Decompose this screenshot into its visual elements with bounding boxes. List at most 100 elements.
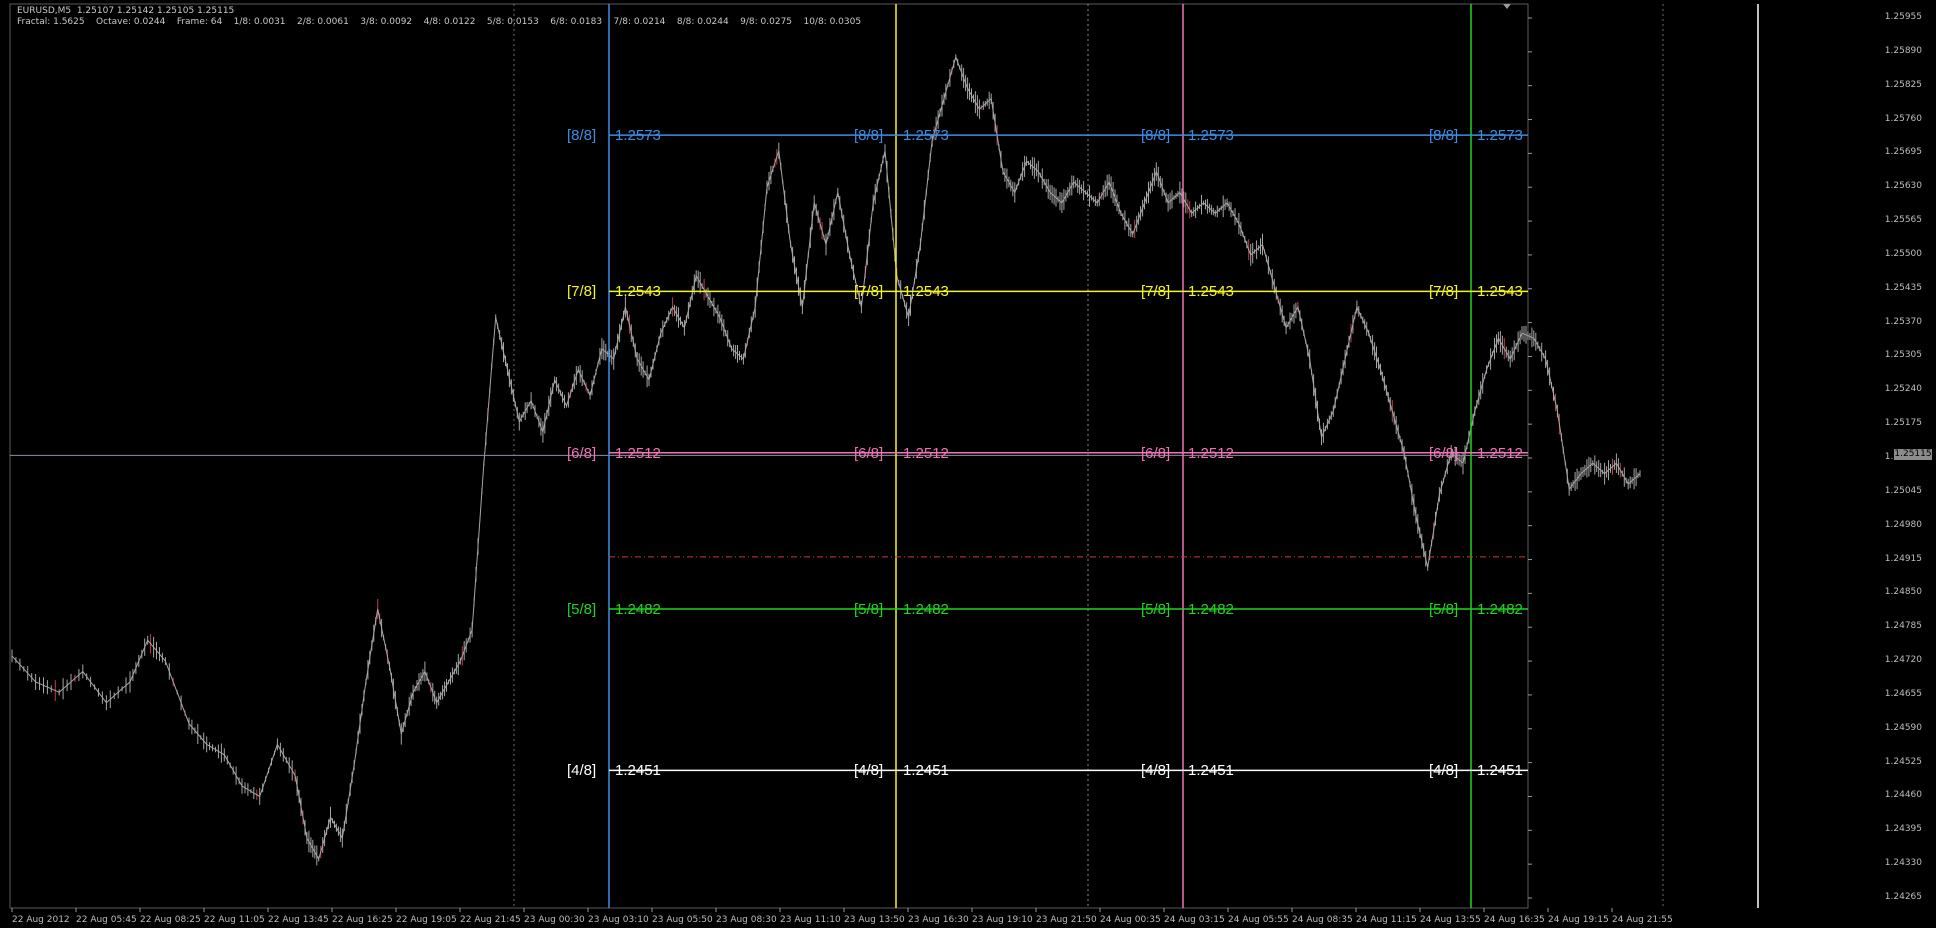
y-tick-label: 1.24655 xyxy=(1884,688,1922,699)
murrey-value-label: 1.2512 xyxy=(1477,444,1523,462)
symbol-ohlc-label: EURUSD,M5 1.25107 1.25142 1.25105 1.2511… xyxy=(17,6,235,16)
x-tick-label: 22 Aug 13:45 xyxy=(268,915,329,925)
murrey-tag-label: [4/8] xyxy=(854,762,884,780)
murrey-tag-label: [6/8] xyxy=(1141,444,1171,462)
murrey-tag-label: [8/8] xyxy=(854,127,884,145)
x-tick-label: 24 Aug 08:35 xyxy=(1292,915,1353,925)
murrey-tag-label: [8/8] xyxy=(567,127,597,145)
x-tick-label: 24 Aug 03:15 xyxy=(1164,915,1225,925)
current-price-badge: 1.25115 xyxy=(1894,449,1932,461)
x-tick-label: 24 Aug 00:35 xyxy=(1100,915,1161,925)
y-tick-label: 1.25500 xyxy=(1884,248,1922,259)
murrey-value-label: 1.2451 xyxy=(1477,762,1523,780)
y-tick-label: 1.24915 xyxy=(1884,553,1922,564)
murrey-tag-label: [7/8] xyxy=(1141,283,1171,301)
murrey-tag-label: [6/8] xyxy=(1429,444,1459,462)
y-tick-label: 1.25305 xyxy=(1884,350,1922,361)
y-tick-label: 1.25045 xyxy=(1884,485,1922,496)
y-tick-label: 1.25695 xyxy=(1884,147,1922,158)
x-tick-label: 23 Aug 21:50 xyxy=(1036,915,1097,925)
murrey-tag-label: [5/8] xyxy=(1141,601,1171,618)
x-tick-label: 23 Aug 08:30 xyxy=(716,915,777,925)
x-tick-label: 23 Aug 19:10 xyxy=(972,915,1033,925)
y-tick-label: 1.24720 xyxy=(1884,655,1922,666)
murrey-value-label: 1.2573 xyxy=(1477,127,1523,145)
x-tick-label: 23 Aug 16:30 xyxy=(908,915,969,925)
murrey-tag-label: [7/8] xyxy=(567,283,597,301)
x-tick-label: 22 Aug 05:45 xyxy=(76,915,137,925)
chart-window[interactable]: { "header": { "symbol_line": "EURUSD,M5 … xyxy=(0,0,1936,928)
y-tick-label: 1.25955 xyxy=(1884,12,1922,22)
murrey-value-label: 1.2573 xyxy=(903,127,949,145)
price-line xyxy=(11,55,1641,861)
murrey-value-label: 1.2482 xyxy=(615,601,661,618)
murrey-value-label: 1.2573 xyxy=(1188,127,1234,145)
murrey-value-label: 1.2482 xyxy=(903,601,949,618)
murrey-value-label: 1.2451 xyxy=(615,762,661,780)
x-tick-label: 22 Aug 11:05 xyxy=(204,915,265,925)
x-tick-label: 24 Aug 13:55 xyxy=(1420,915,1481,925)
y-tick-label: 1.25760 xyxy=(1884,113,1922,124)
y-tick-label: 1.24395 xyxy=(1884,824,1922,835)
x-tick-label: 23 Aug 13:50 xyxy=(844,915,905,925)
murrey-value-label: 1.2451 xyxy=(1188,762,1234,780)
murrey-value-label: 1.2573 xyxy=(615,127,661,145)
murrey-value-label: 1.2482 xyxy=(1188,601,1234,618)
murrey-info-label: Fractal: 1.5625 Octave: 0.0244 Frame: 64… xyxy=(17,17,862,27)
y-tick-label: 1.24980 xyxy=(1884,519,1922,530)
chart-shift-marker xyxy=(1503,4,1511,9)
murrey-value-label: 1.2482 xyxy=(1477,601,1523,618)
x-tick-label: 22 Aug 2012 xyxy=(12,915,70,925)
x-tick-label: 24 Aug 16:35 xyxy=(1484,915,1545,925)
y-tick-label: 1.24460 xyxy=(1884,790,1922,801)
murrey-tag-label: [5/8] xyxy=(1429,601,1459,618)
y-tick-label: 1.25240 xyxy=(1884,384,1922,395)
y-tick-label: 1.24525 xyxy=(1884,756,1922,767)
y-tick-label: 1.24330 xyxy=(1884,858,1922,869)
murrey-tag-label: [5/8] xyxy=(854,601,884,618)
x-tick-label: 22 Aug 16:25 xyxy=(332,915,393,925)
murrey-value-label: 1.2543 xyxy=(615,283,661,301)
murrey-tag-label: [8/8] xyxy=(1429,127,1459,145)
y-tick-label: 1.25565 xyxy=(1884,215,1922,226)
murrey-value-label: 1.2451 xyxy=(903,762,949,780)
y-tick-label: 1.24265 xyxy=(1884,892,1922,902)
murrey-tag-label: [4/8] xyxy=(1429,762,1459,780)
murrey-tag-label: [7/8] xyxy=(1429,283,1459,301)
y-tick-label: 1.25630 xyxy=(1884,181,1922,192)
x-tick-label: 24 Aug 21:55 xyxy=(1612,915,1673,925)
plot-frame xyxy=(9,3,1529,909)
y-tick-label: 1.24590 xyxy=(1884,722,1922,733)
y-tick-label: 1.25435 xyxy=(1884,282,1922,293)
x-tick-label: 22 Aug 08:25 xyxy=(140,915,201,925)
murrey-value-label: 1.2512 xyxy=(615,444,661,462)
y-tick-label: 1.25175 xyxy=(1884,418,1922,429)
murrey-tag-label: [8/8] xyxy=(1141,127,1171,145)
x-tick-label: 23 Aug 00:30 xyxy=(524,915,585,925)
murrey-value-label: 1.2543 xyxy=(903,283,949,301)
x-tick-label: 23 Aug 05:50 xyxy=(652,915,713,925)
murrey-value-label: 1.2512 xyxy=(1188,444,1234,462)
x-tick-label: 24 Aug 05:55 xyxy=(1228,915,1289,925)
y-tick-label: 1.24785 xyxy=(1884,621,1922,632)
murrey-value-label: 1.2512 xyxy=(903,444,949,462)
murrey-tag-label: [5/8] xyxy=(567,601,597,618)
x-tick-label: 22 Aug 19:05 xyxy=(396,915,457,925)
y-tick-label: 1.25890 xyxy=(1884,45,1922,56)
murrey-tag-label: [6/8] xyxy=(854,444,884,462)
y-tick-label: 1.24850 xyxy=(1884,587,1922,598)
y-tick-label: 1.25370 xyxy=(1884,316,1922,327)
murrey-value-label: 1.2543 xyxy=(1188,283,1234,301)
x-tick-label: 23 Aug 03:10 xyxy=(588,915,649,925)
murrey-tag-label: [6/8] xyxy=(567,444,597,462)
murrey-tag-label: [4/8] xyxy=(1141,762,1171,780)
x-tick-label: 23 Aug 11:10 xyxy=(780,915,841,925)
x-tick-label: 24 Aug 11:15 xyxy=(1356,915,1417,925)
murrey-tag-label: [4/8] xyxy=(567,762,597,780)
y-tick-label: 1.25825 xyxy=(1884,79,1922,90)
x-tick-label: 24 Aug 19:15 xyxy=(1548,915,1609,925)
murrey-value-label: 1.2543 xyxy=(1477,283,1523,301)
price-chart[interactable] xyxy=(0,0,1936,928)
murrey-tag-label: [7/8] xyxy=(854,283,884,301)
x-tick-label: 22 Aug 21:45 xyxy=(460,915,521,925)
